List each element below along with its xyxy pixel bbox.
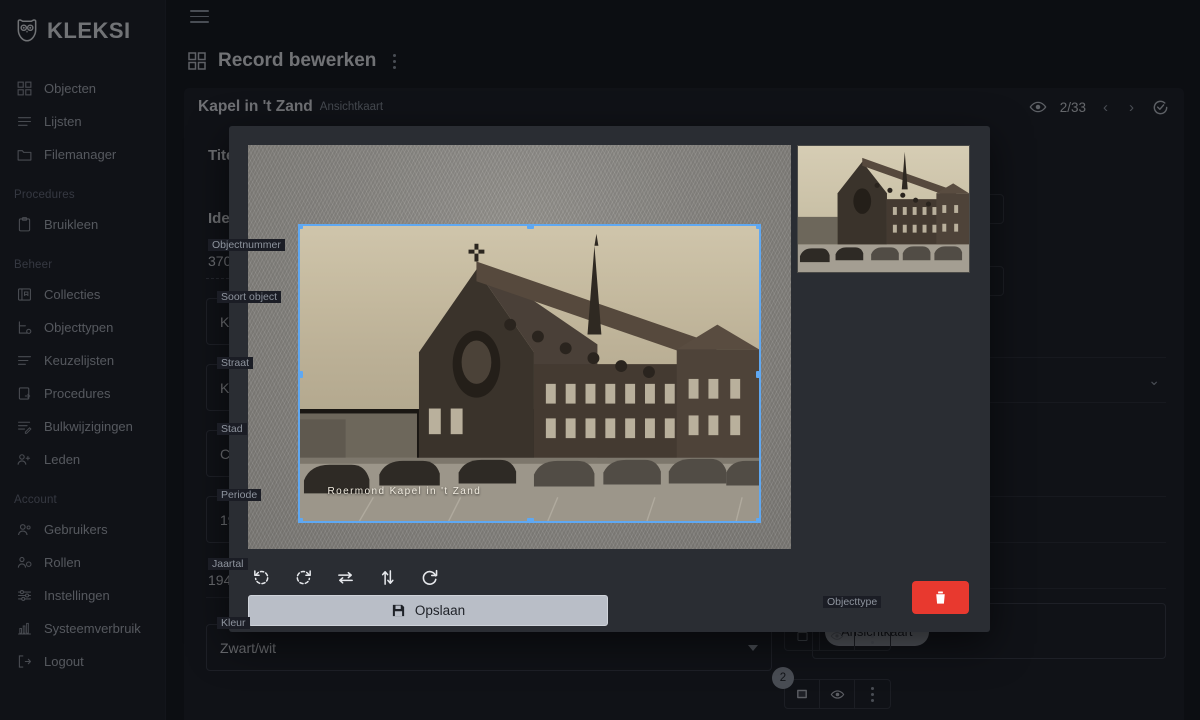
rotate-cw-icon [294, 568, 313, 587]
crop-handle-n[interactable] [527, 224, 534, 229]
postcard-image: Roermond Kapel in 't Zand [300, 226, 759, 521]
floppy-save-icon [391, 603, 406, 618]
flip-horizontal-button[interactable] [332, 564, 358, 590]
save-button-label: Opslaan [415, 603, 465, 618]
app-root: KLEKSI Objecten Lijsten Filemanager Proc… [0, 0, 1200, 720]
crop-handle-s[interactable] [527, 518, 534, 523]
objecttype-label: Objecttype [823, 596, 881, 608]
thumb-church-illustration [798, 146, 969, 272]
church-illustration [300, 226, 759, 521]
field-label: Periode [217, 489, 261, 501]
field-label: Soort object [217, 291, 281, 303]
rotate-ccw-icon [252, 568, 271, 587]
flip-vertical-icon [378, 568, 397, 587]
field-label: Kleur [217, 617, 250, 629]
rotate-right-button[interactable] [290, 564, 316, 590]
trash-icon [932, 589, 949, 606]
field-label: Straat [217, 357, 253, 369]
postcard-caption: Roermond Kapel in 't Zand [328, 486, 482, 497]
refresh-icon [420, 568, 439, 587]
reset-button[interactable] [416, 564, 442, 590]
crop-toolbar [248, 560, 791, 594]
flip-horizontal-icon [336, 568, 355, 587]
field-label: Objectnummer [208, 239, 285, 251]
crop-handle-sw[interactable] [298, 518, 303, 523]
save-button[interactable]: Opslaan [248, 595, 608, 626]
crop-preview-thumbnail [797, 145, 970, 273]
field-label: Stad [217, 423, 247, 435]
crop-handle-w[interactable] [298, 371, 303, 378]
image-crop-modal: Roermond Kapel in 't Zand [229, 126, 990, 632]
crop-handle-ne[interactable] [756, 224, 761, 229]
crop-handle-e[interactable] [756, 371, 761, 378]
delete-button[interactable] [912, 581, 969, 614]
field-label: Jaartal [208, 558, 248, 570]
rotate-left-button[interactable] [248, 564, 274, 590]
crop-handle-se[interactable] [756, 518, 761, 523]
crop-handle-nw[interactable] [298, 224, 303, 229]
flip-vertical-button[interactable] [374, 564, 400, 590]
crop-selection[interactable]: Roermond Kapel in 't Zand [298, 224, 761, 523]
crop-stage[interactable]: Roermond Kapel in 't Zand [248, 145, 791, 549]
